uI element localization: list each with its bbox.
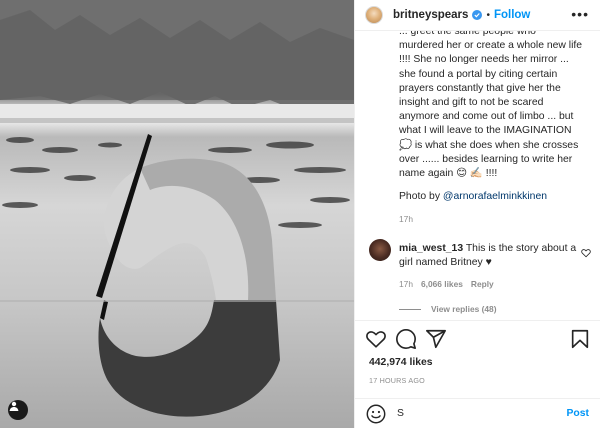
replies-divider — [399, 308, 421, 310]
view-replies-button[interactable]: View replies (48) — [399, 304, 496, 314]
paper-plane-icon[interactable] — [425, 328, 447, 350]
author-username[interactable]: britneyspears — [393, 9, 468, 21]
author-avatar[interactable] — [365, 6, 383, 24]
post-modal: britneyspears • Follow ••• ... greet the… — [0, 0, 600, 428]
post-timestamp[interactable]: 17 HOURS AGO — [369, 376, 425, 385]
smiley-icon[interactable] — [365, 403, 387, 425]
tagged-user-icon[interactable] — [8, 400, 28, 420]
photo-credit-link[interactable]: @arnorafaelminkkinen — [443, 191, 547, 202]
comment-meta: 17h 6,066 likes Reply — [399, 279, 494, 289]
post-header: britneyspears • Follow ••• — [355, 0, 600, 31]
user-glyph-icon — [9, 401, 19, 411]
photo-credit: Photo by @arnorafaelminkkinen — [399, 191, 547, 202]
comment-timestamp[interactable]: 17h — [399, 279, 413, 289]
view-replies-label: View replies (48) — [431, 304, 497, 314]
comment-likes[interactable]: 6,066 likes — [421, 279, 463, 289]
commenter-avatar[interactable] — [369, 239, 391, 261]
photo-credit-prefix: Photo by — [399, 191, 443, 202]
commenter-username[interactable]: mia_west_13 — [399, 243, 463, 254]
follow-button[interactable]: Follow — [494, 9, 530, 21]
post-comment-button[interactable]: Post — [566, 408, 589, 419]
post-actions — [355, 320, 600, 356]
comment-reply-button[interactable]: Reply — [471, 279, 494, 289]
post-photo[interactable] — [0, 0, 354, 428]
comment-input[interactable] — [397, 408, 547, 419]
likes-count[interactable]: 442,974 likes — [369, 357, 433, 368]
photo-artwork — [0, 0, 354, 417]
caption-text: ... greet the same people who murdered h… — [399, 31, 583, 180]
bookmark-icon[interactable] — [569, 328, 591, 350]
comment-heart-icon[interactable] — [581, 248, 591, 258]
heart-icon[interactable] — [365, 328, 387, 350]
comments-scroll[interactable]: ... greet the same people who murdered h… — [355, 31, 600, 320]
comment-body: mia_west_13 This is the story about a gi… — [399, 242, 579, 270]
header-separator: • — [486, 9, 490, 21]
post-side-panel: britneyspears • Follow ••• ... greet the… — [354, 0, 600, 428]
verified-badge-icon — [472, 10, 483, 20]
add-comment-bar: Post — [355, 398, 600, 428]
more-options-icon[interactable]: ••• — [571, 7, 589, 21]
comment-icon[interactable] — [395, 328, 417, 350]
caption-timestamp[interactable]: 17h — [399, 214, 413, 224]
